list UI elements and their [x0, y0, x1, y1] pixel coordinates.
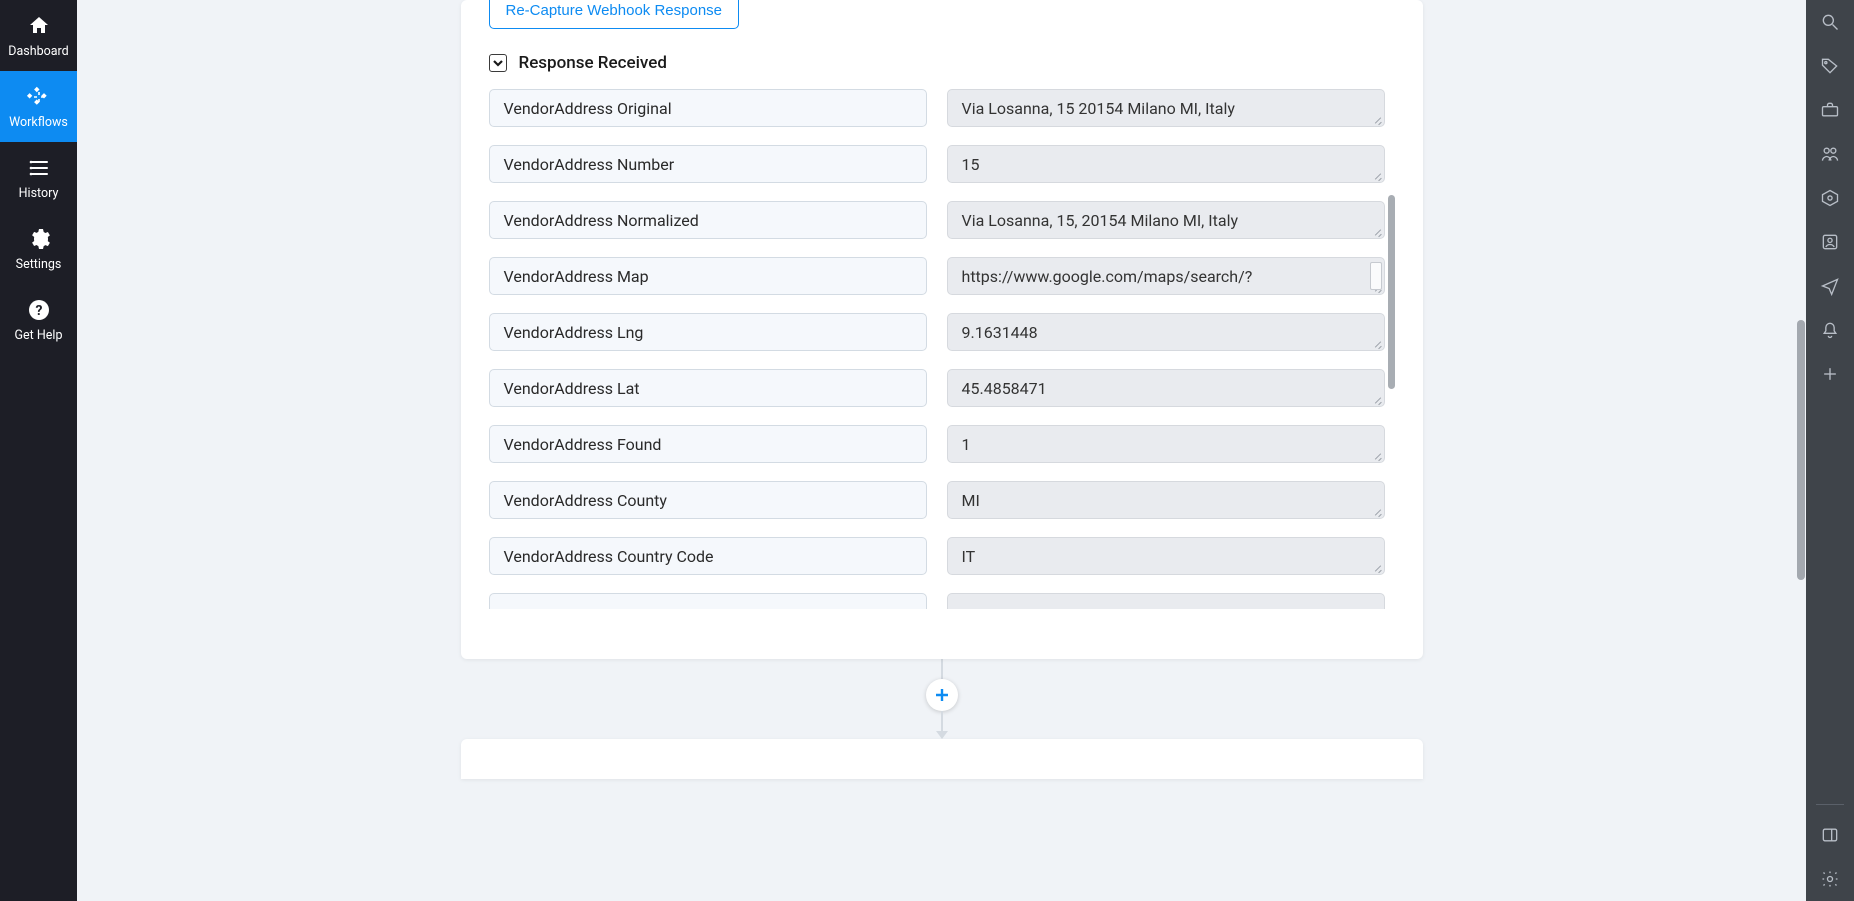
- nav-label: Workflows: [9, 115, 68, 130]
- flow-icon: [27, 85, 51, 109]
- response-key[interactable]: VendorAddress Original: [489, 89, 927, 127]
- response-value[interactable]: 15: [947, 145, 1385, 183]
- nav-settings[interactable]: Settings: [0, 213, 77, 284]
- response-value[interactable]: https://www.google.com/maps/search/?: [947, 257, 1385, 295]
- nav-history[interactable]: History: [0, 142, 77, 213]
- response-value[interactable]: IT: [947, 537, 1385, 575]
- home-icon: [27, 14, 51, 38]
- history-icon: [27, 156, 51, 180]
- response-value[interactable]: MI: [947, 481, 1385, 519]
- response-row: VendorAddress Lng 9.1631448: [489, 313, 1385, 351]
- response-row: VendorAddress Lat 45.4858471: [489, 369, 1385, 407]
- response-key[interactable]: VendorAddress Map: [489, 257, 927, 295]
- gear-icon: [27, 227, 51, 251]
- response-row: [489, 593, 1385, 609]
- webhook-response-card: Re-Capture Webhook Response Response Rec…: [461, 0, 1423, 659]
- sidebar-right: [1806, 0, 1854, 901]
- process-icon[interactable]: [1806, 176, 1854, 220]
- nav-label: History: [19, 186, 59, 201]
- collapse-toggle[interactable]: [489, 54, 507, 72]
- recapture-webhook-button[interactable]: Re-Capture Webhook Response: [489, 0, 740, 29]
- response-value[interactable]: 9.1631448: [947, 313, 1385, 351]
- scan-icon[interactable]: [1806, 220, 1854, 264]
- nav-label: Dashboard: [8, 44, 68, 59]
- inner-scrollbar[interactable]: [1388, 89, 1395, 609]
- nav-label: Settings: [16, 257, 62, 272]
- settings-icon[interactable]: [1806, 857, 1854, 901]
- send-icon[interactable]: [1806, 264, 1854, 308]
- nav-workflows[interactable]: Workflows: [0, 71, 77, 142]
- response-key[interactable]: [489, 593, 927, 609]
- search-icon[interactable]: [1806, 0, 1854, 44]
- response-value[interactable]: Via Losanna, 15 20154 Milano MI, Italy: [947, 89, 1385, 127]
- response-value[interactable]: 45.4858471: [947, 369, 1385, 407]
- response-row: VendorAddress Number 15: [489, 145, 1385, 183]
- nav-gethelp[interactable]: ? Get Help: [0, 284, 77, 355]
- panel-icon[interactable]: [1806, 813, 1854, 857]
- section-header: Response Received: [489, 53, 1395, 73]
- next-node-card[interactable]: [461, 739, 1423, 779]
- response-key[interactable]: VendorAddress County: [489, 481, 927, 519]
- add-node-button[interactable]: [926, 679, 958, 711]
- sidebar-left: Dashboard Workflows History Settings ? G…: [0, 0, 77, 901]
- response-value[interactable]: Via Losanna, 15, 20154 Milano MI, Italy: [947, 201, 1385, 239]
- plus-icon[interactable]: [1806, 352, 1854, 396]
- response-value[interactable]: [947, 593, 1385, 609]
- response-key[interactable]: VendorAddress Number: [489, 145, 927, 183]
- response-key[interactable]: VendorAddress Normalized: [489, 201, 927, 239]
- response-key[interactable]: VendorAddress Found: [489, 425, 927, 463]
- response-row: VendorAddress Normalized Via Losanna, 15,…: [489, 201, 1385, 239]
- response-row: VendorAddress Found 1: [489, 425, 1385, 463]
- response-row: VendorAddress Original Via Losanna, 15 20…: [489, 89, 1385, 127]
- main-canvas: Re-Capture Webhook Response Response Rec…: [77, 0, 1806, 901]
- people-icon[interactable]: [1806, 132, 1854, 176]
- briefcase-icon[interactable]: [1806, 88, 1854, 132]
- nav-label: Get Help: [15, 328, 63, 343]
- response-key[interactable]: VendorAddress Country Code: [489, 537, 927, 575]
- svg-text:?: ?: [35, 303, 42, 319]
- node-connector: [926, 659, 958, 739]
- tag-icon[interactable]: [1806, 44, 1854, 88]
- nav-dashboard[interactable]: Dashboard: [0, 0, 77, 71]
- help-icon: ?: [27, 298, 51, 322]
- section-title: Response Received: [519, 53, 667, 73]
- response-value[interactable]: 1: [947, 425, 1385, 463]
- bell-icon[interactable]: [1806, 308, 1854, 352]
- response-key[interactable]: VendorAddress Lat: [489, 369, 927, 407]
- response-key[interactable]: VendorAddress Lng: [489, 313, 927, 351]
- response-rows-container: VendorAddress Original Via Losanna, 15 20…: [489, 89, 1395, 609]
- response-row: VendorAddress County MI: [489, 481, 1385, 519]
- response-row: VendorAddress Map https://www.google.com/…: [489, 257, 1385, 295]
- response-row: VendorAddress Country Code IT: [489, 537, 1385, 575]
- arrow-down-icon: [936, 731, 948, 739]
- main-scrollbar[interactable]: [1796, 0, 1806, 901]
